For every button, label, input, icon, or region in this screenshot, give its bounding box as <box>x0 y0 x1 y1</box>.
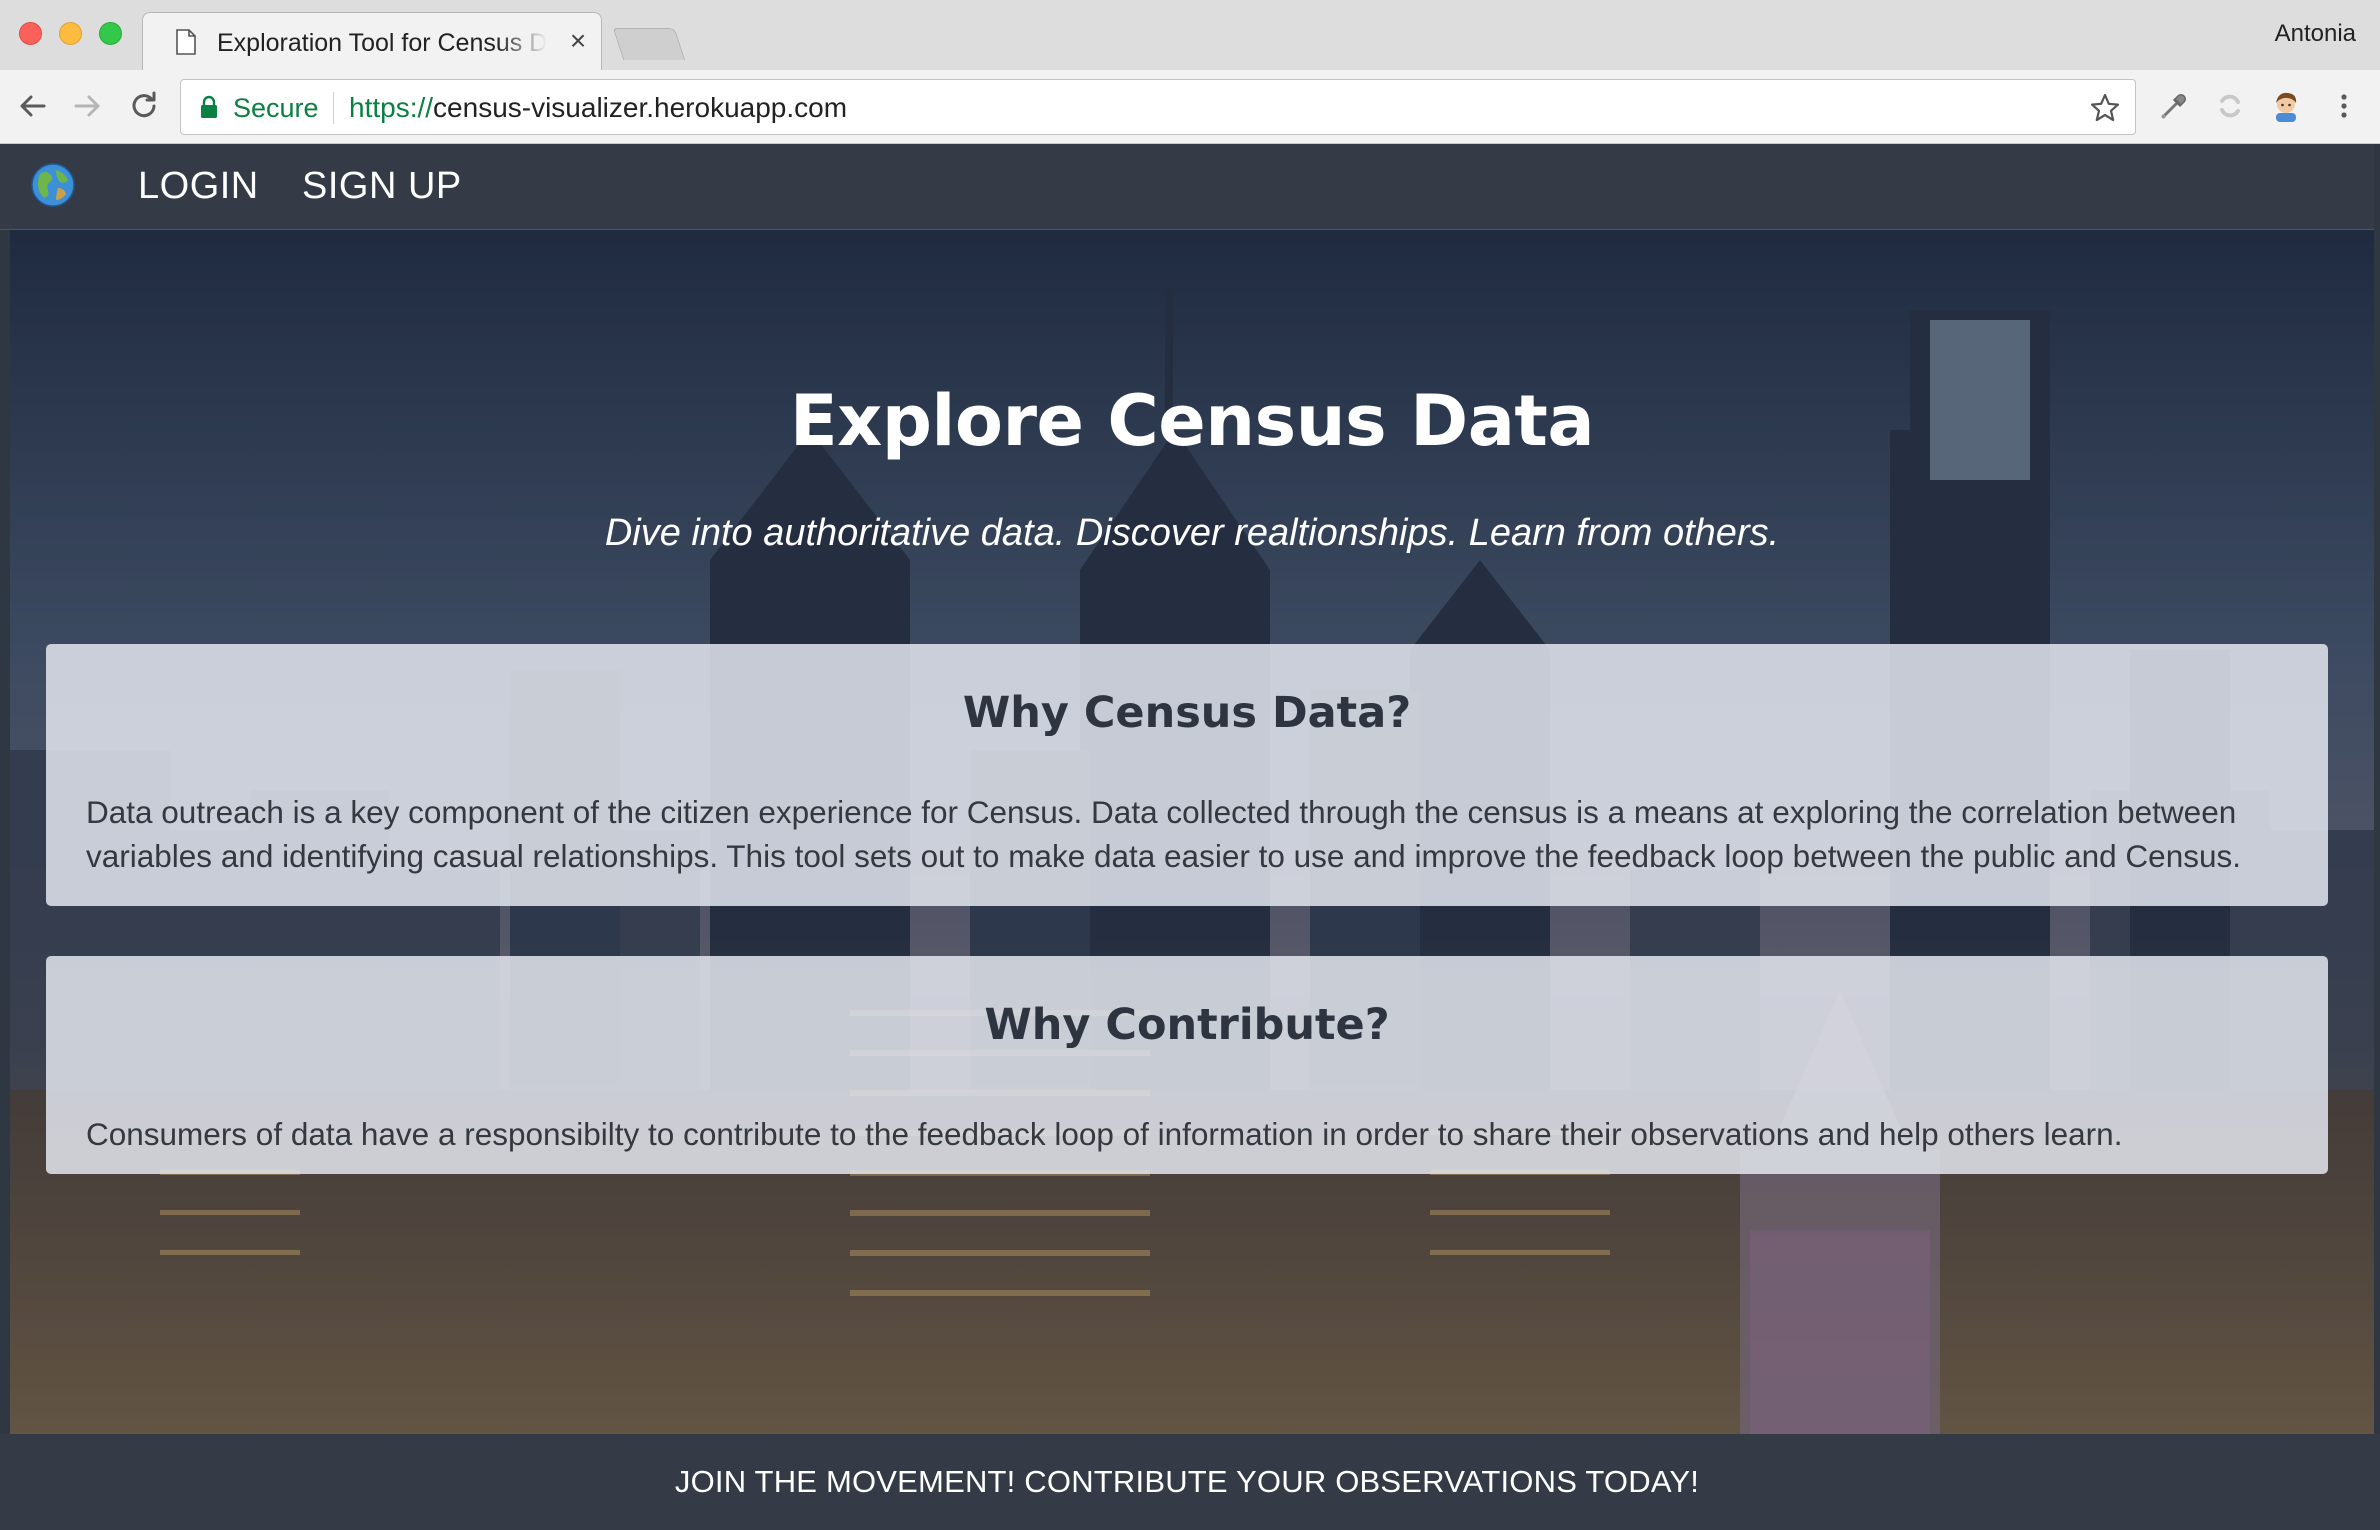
panel-body: Consumers of data have a responsibilty t… <box>86 1116 2123 1152</box>
secure-label: Secure <box>233 93 319 123</box>
browser-toolbar: Secure https://census-visualizer.herokua… <box>0 70 2380 144</box>
menu-dots-icon[interactable] <box>2326 88 2362 124</box>
panel-title: Why Contribute? <box>984 1000 1390 1050</box>
minimize-window-button[interactable] <box>59 22 82 45</box>
url-text[interactable]: https://census-visualizer.herokuapp.com <box>349 92 847 124</box>
panel-title: Why Census Data? <box>962 688 1412 738</box>
footer-cta-bar[interactable]: JOIN THE MOVEMENT! CONTRIBUTE YOUR OBSER… <box>0 1434 2380 1530</box>
address-divider <box>333 92 334 124</box>
signup-link[interactable]: SIGN UP <box>302 158 462 214</box>
bookmark-star-icon[interactable] <box>2089 92 2121 124</box>
footer-cta-text[interactable]: JOIN THE MOVEMENT! CONTRIBUTE YOUR OBSER… <box>0 1464 2374 1500</box>
zoom-window-button[interactable] <box>99 22 122 45</box>
why-contribute-panel: Why Contribute? Consumers of data have a… <box>46 956 2328 1174</box>
document-icon <box>176 29 196 55</box>
arrow-left-icon <box>20 95 46 117</box>
tab-close-icon[interactable]: × <box>563 25 593 56</box>
lock-icon <box>201 95 217 118</box>
arrow-right-icon <box>74 95 100 117</box>
hero-subtitle: Dive into authoritative data. Discover r… <box>604 512 1780 554</box>
web-page: LOGIN SIGN UP Explore Census Data Dive i… <box>0 144 2380 1530</box>
sync-extension-icon[interactable] <box>2212 88 2248 124</box>
url-scheme: https:// <box>349 92 434 123</box>
avatar-extension-icon[interactable] <box>2268 88 2304 124</box>
browser-profile-name[interactable]: Antonia <box>2275 20 2356 48</box>
hero-section: Explore Census Data Dive into authoritat… <box>10 230 2374 1434</box>
new-tab-button[interactable] <box>612 28 686 60</box>
browser-tab-strip: Exploration Tool for Census Data × Anton… <box>0 0 2380 70</box>
browser-tab[interactable]: Exploration Tool for Census Data × <box>142 12 602 70</box>
address-bar[interactable]: Secure https://census-visualizer.herokua… <box>180 79 2136 135</box>
hero-title: Explore Census Data <box>789 380 1595 462</box>
login-link[interactable]: LOGIN <box>138 158 259 214</box>
globe-icon[interactable] <box>30 162 76 208</box>
panel-body: Data outreach is a key component of the … <box>86 794 2241 874</box>
why-census-panel: Why Census Data? Data outreach is a key … <box>46 644 2328 906</box>
reload-button[interactable] <box>126 88 162 124</box>
site-navbar: LOGIN SIGN UP <box>0 144 2374 230</box>
url-host: census-visualizer.herokuapp.com <box>433 92 848 123</box>
close-window-button[interactable] <box>19 22 42 45</box>
reload-icon <box>132 91 156 118</box>
forward-button[interactable] <box>70 88 106 124</box>
back-button[interactable] <box>14 88 50 124</box>
eyedropper-icon[interactable] <box>2156 88 2192 124</box>
tab-title: Exploration Tool for Census Data <box>217 29 547 57</box>
